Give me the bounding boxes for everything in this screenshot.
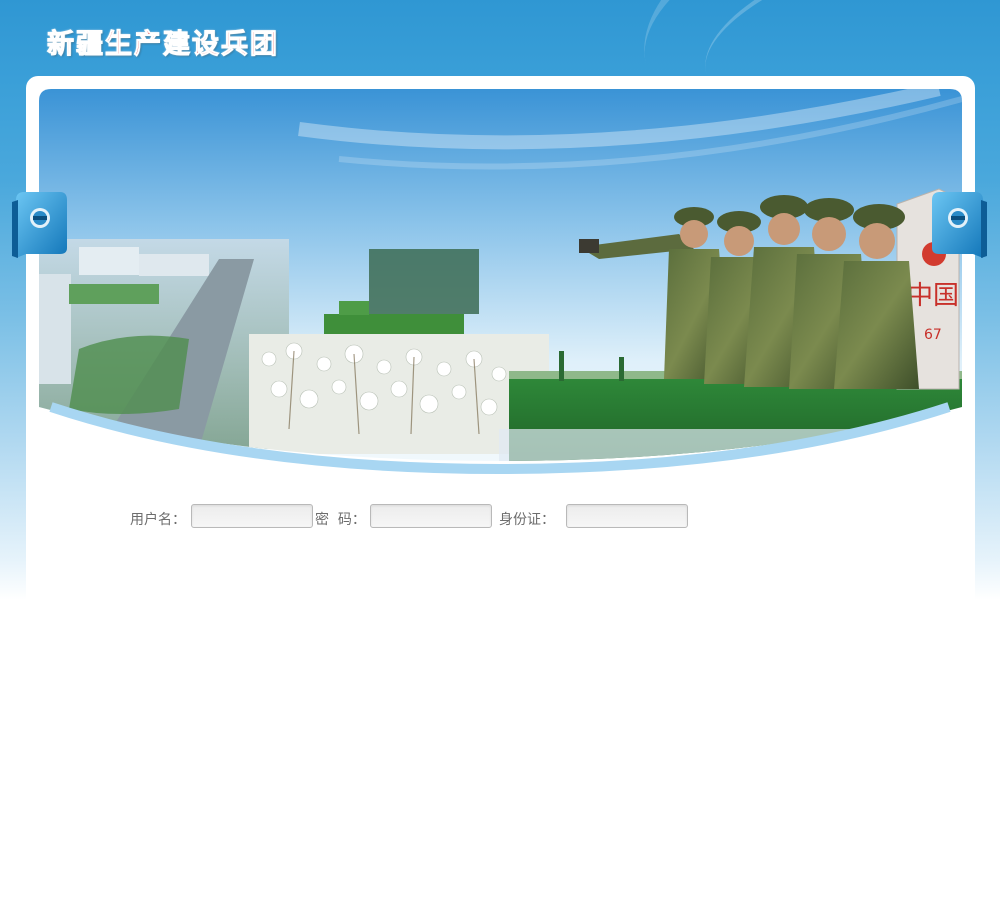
main-card: 中国 67 [26, 76, 975, 636]
right-ribbon-decoration [932, 192, 987, 258]
password-label: 密 码： [315, 512, 366, 528]
login-page: 新疆生产建设兵团 中国 67 用户名： 密 码： 身份证： [0, 0, 1000, 900]
password-input[interactable] [370, 504, 492, 528]
idcard-label: 身份证： [499, 512, 555, 528]
ribbon-knob-icon [932, 192, 987, 258]
banner-illustration: 中国 67 [39, 89, 962, 475]
ribbon-knob-icon [12, 192, 67, 258]
site-title: 新疆生产建设兵团 [47, 29, 279, 61]
stone-sign-number: 67 [924, 327, 942, 343]
banner-image: 中国 67 [39, 89, 962, 479]
card-bottom-fade [26, 516, 975, 636]
idcard-input[interactable] [566, 504, 688, 528]
left-ribbon-decoration [12, 192, 67, 258]
username-input[interactable] [191, 504, 313, 528]
login-form: 用户名： 密 码： 身份证： [0, 503, 1000, 531]
username-label: 用户名： [130, 512, 186, 528]
stone-sign-text: 中国 [907, 281, 959, 311]
